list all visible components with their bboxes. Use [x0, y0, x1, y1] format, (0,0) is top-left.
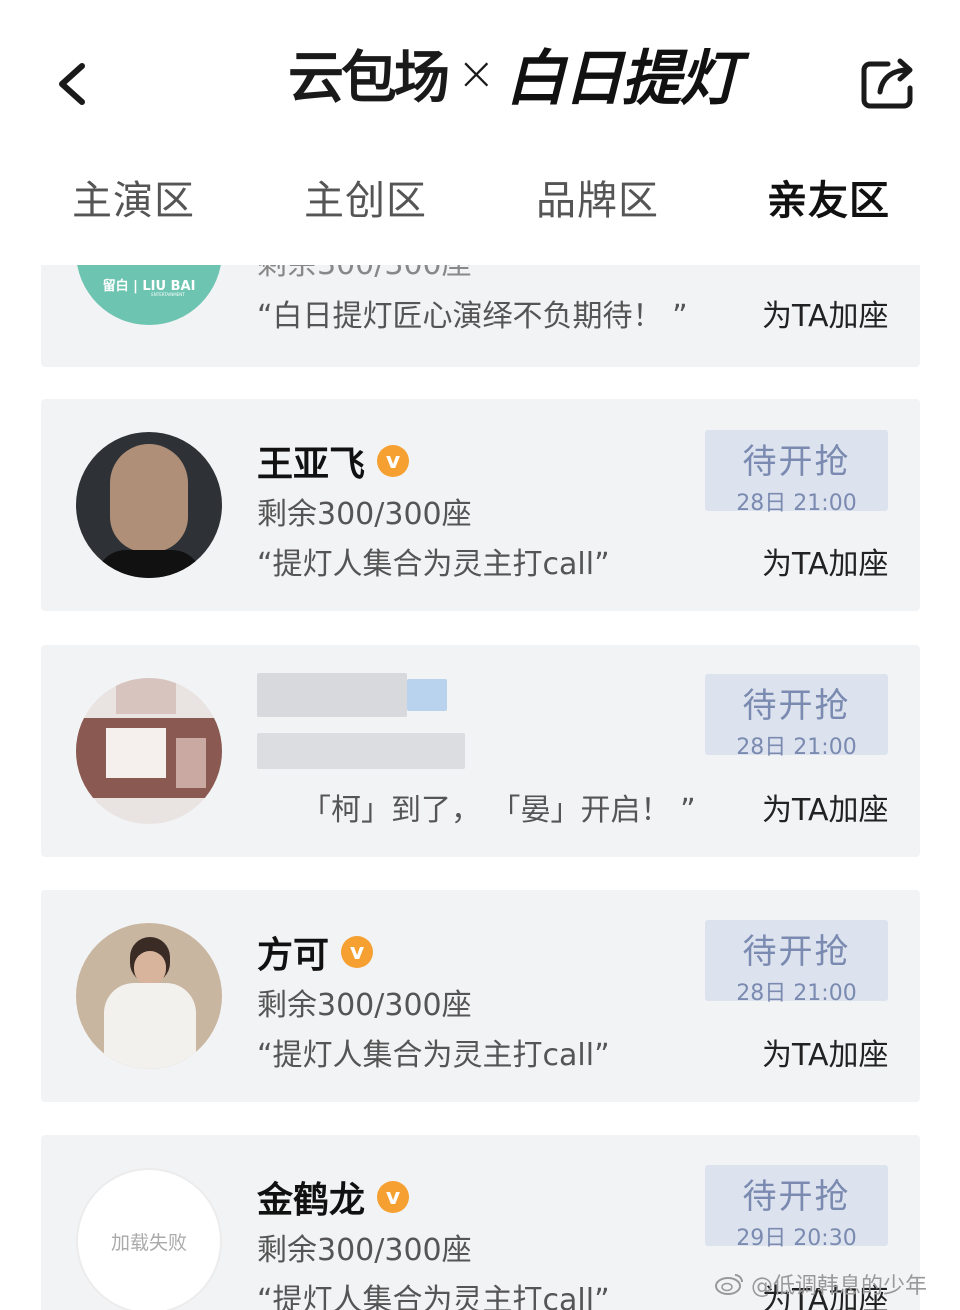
zone-tabs: 主演区 主创区 品牌区 亲友区 [0, 168, 960, 238]
brand-logo: 云包场 × 白日提灯 [288, 38, 740, 114]
support-quote: “提灯人集合为灵主打call” [257, 547, 610, 582]
grab-status-button[interactable]: 待开抢 28日 21:00 [705, 920, 888, 1006]
seats-remaining: 剩余300/300座 [257, 265, 472, 283]
tab-friends[interactable]: 亲友区 [767, 168, 890, 226]
add-seat-button[interactable]: 为TA加座 [762, 539, 889, 583]
seats-remaining: 剩余300/300座 [257, 1233, 472, 1268]
verified-badge-icon: v [377, 445, 410, 477]
grab-status-button[interactable]: 待开抢 29日 20:30 [705, 1165, 888, 1251]
grab-status-label: 待开抢 [742, 442, 851, 482]
avatar-logo-subtext: ENTERTAINMENT [151, 292, 185, 297]
seats-remaining: 剩余300/300座 [257, 497, 472, 532]
tab-lead-actors[interactable]: 主演区 [72, 168, 195, 226]
user-name: 金鹤龙 [257, 1180, 366, 1221]
grab-status-label: 待开抢 [742, 1177, 851, 1217]
seat-list: 留白 | LIU BAI ENTERTAINMENT 剩余300/300座 “白… [0, 265, 960, 1310]
tab-creators[interactable]: 主创区 [304, 168, 427, 226]
list-item: 「柯」到了， 「晏」开启！ ” 待开抢 28日 21:00 为TA加座 [41, 645, 920, 857]
weibo-watermark: @低调韩息的少年 [715, 1268, 927, 1300]
support-quote: “白日提灯匠心演绎不负期待！ ” [257, 299, 688, 334]
blurred-name [257, 673, 407, 717]
share-icon [861, 58, 913, 109]
name-row: 方可 v [257, 926, 374, 978]
weibo-icon [715, 1274, 743, 1295]
face-shape [134, 951, 166, 985]
avatar-pixelated [76, 678, 222, 824]
avatar-load-failed: 加载失败 [76, 1168, 222, 1310]
share-button[interactable] [858, 54, 920, 112]
chevron-left-icon [59, 63, 85, 105]
verified-badge-icon: v [377, 1181, 410, 1213]
watermark-text: @低调韩息的少年 [751, 1274, 928, 1299]
avatar [76, 923, 222, 1069]
tab-brands[interactable]: 品牌区 [536, 168, 659, 226]
support-quote: 「柯」到了， 「晏」开启！ ” [301, 793, 696, 828]
add-seat-button[interactable]: 为TA加座 [762, 1030, 889, 1074]
add-seat-button[interactable]: 为TA加座 [762, 785, 889, 829]
add-seat-button[interactable]: 为TA加座 [762, 291, 889, 335]
name-row: 王亚飞 v [257, 435, 410, 487]
seats-remaining: 剩余300/300座 [257, 988, 472, 1023]
grab-status-label: 待开抢 [742, 932, 851, 972]
avatar [76, 432, 222, 578]
list-item: 方可 v 剩余300/300座 “提灯人集合为灵主打call” 待开抢 28日 … [41, 890, 920, 1102]
face-shape [110, 444, 188, 552]
list-item: 留白 | LIU BAI ENTERTAINMENT 剩余300/300座 “白… [41, 265, 920, 367]
brand-left-logo: 云包场 [288, 45, 450, 111]
top-bar: 云包场 × 白日提灯 [0, 0, 960, 150]
user-name: 方可 [257, 935, 330, 976]
grab-status-button[interactable]: 待开抢 28日 21:00 [705, 430, 888, 516]
mosaic-block [116, 678, 176, 714]
shirt-shape [96, 550, 202, 578]
mosaic-block [176, 738, 206, 788]
grab-status-button[interactable]: 待开抢 28日 21:00 [705, 674, 888, 760]
support-quote: “提灯人集合为灵主打call” [257, 1038, 610, 1073]
grab-time: 28日 21:00 [736, 735, 857, 760]
brand-right-logo: 白日提灯 [505, 43, 740, 114]
mosaic-block [106, 728, 166, 778]
brand-separator: × [457, 46, 496, 100]
shirt-shape [104, 983, 196, 1069]
name-row: 金鹤龙 v [257, 1171, 410, 1223]
grab-status-label: 待开抢 [742, 686, 851, 726]
back-button[interactable] [48, 56, 98, 112]
list-item: 王亚飞 v 剩余300/300座 “提灯人集合为灵主打call” 待开抢 28日… [41, 399, 920, 611]
user-name: 王亚飞 [257, 444, 366, 485]
blurred-seats [257, 733, 465, 769]
avatar: 留白 | LIU BAI ENTERTAINMENT [76, 265, 222, 325]
blurred-badge [407, 679, 447, 711]
support-quote: “提灯人集合为灵主打call” [257, 1283, 610, 1310]
grab-time: 29日 20:30 [736, 1226, 857, 1251]
grab-time: 28日 21:00 [736, 981, 857, 1006]
verified-badge-icon: v [341, 936, 374, 968]
grab-time: 28日 21:00 [736, 491, 857, 516]
